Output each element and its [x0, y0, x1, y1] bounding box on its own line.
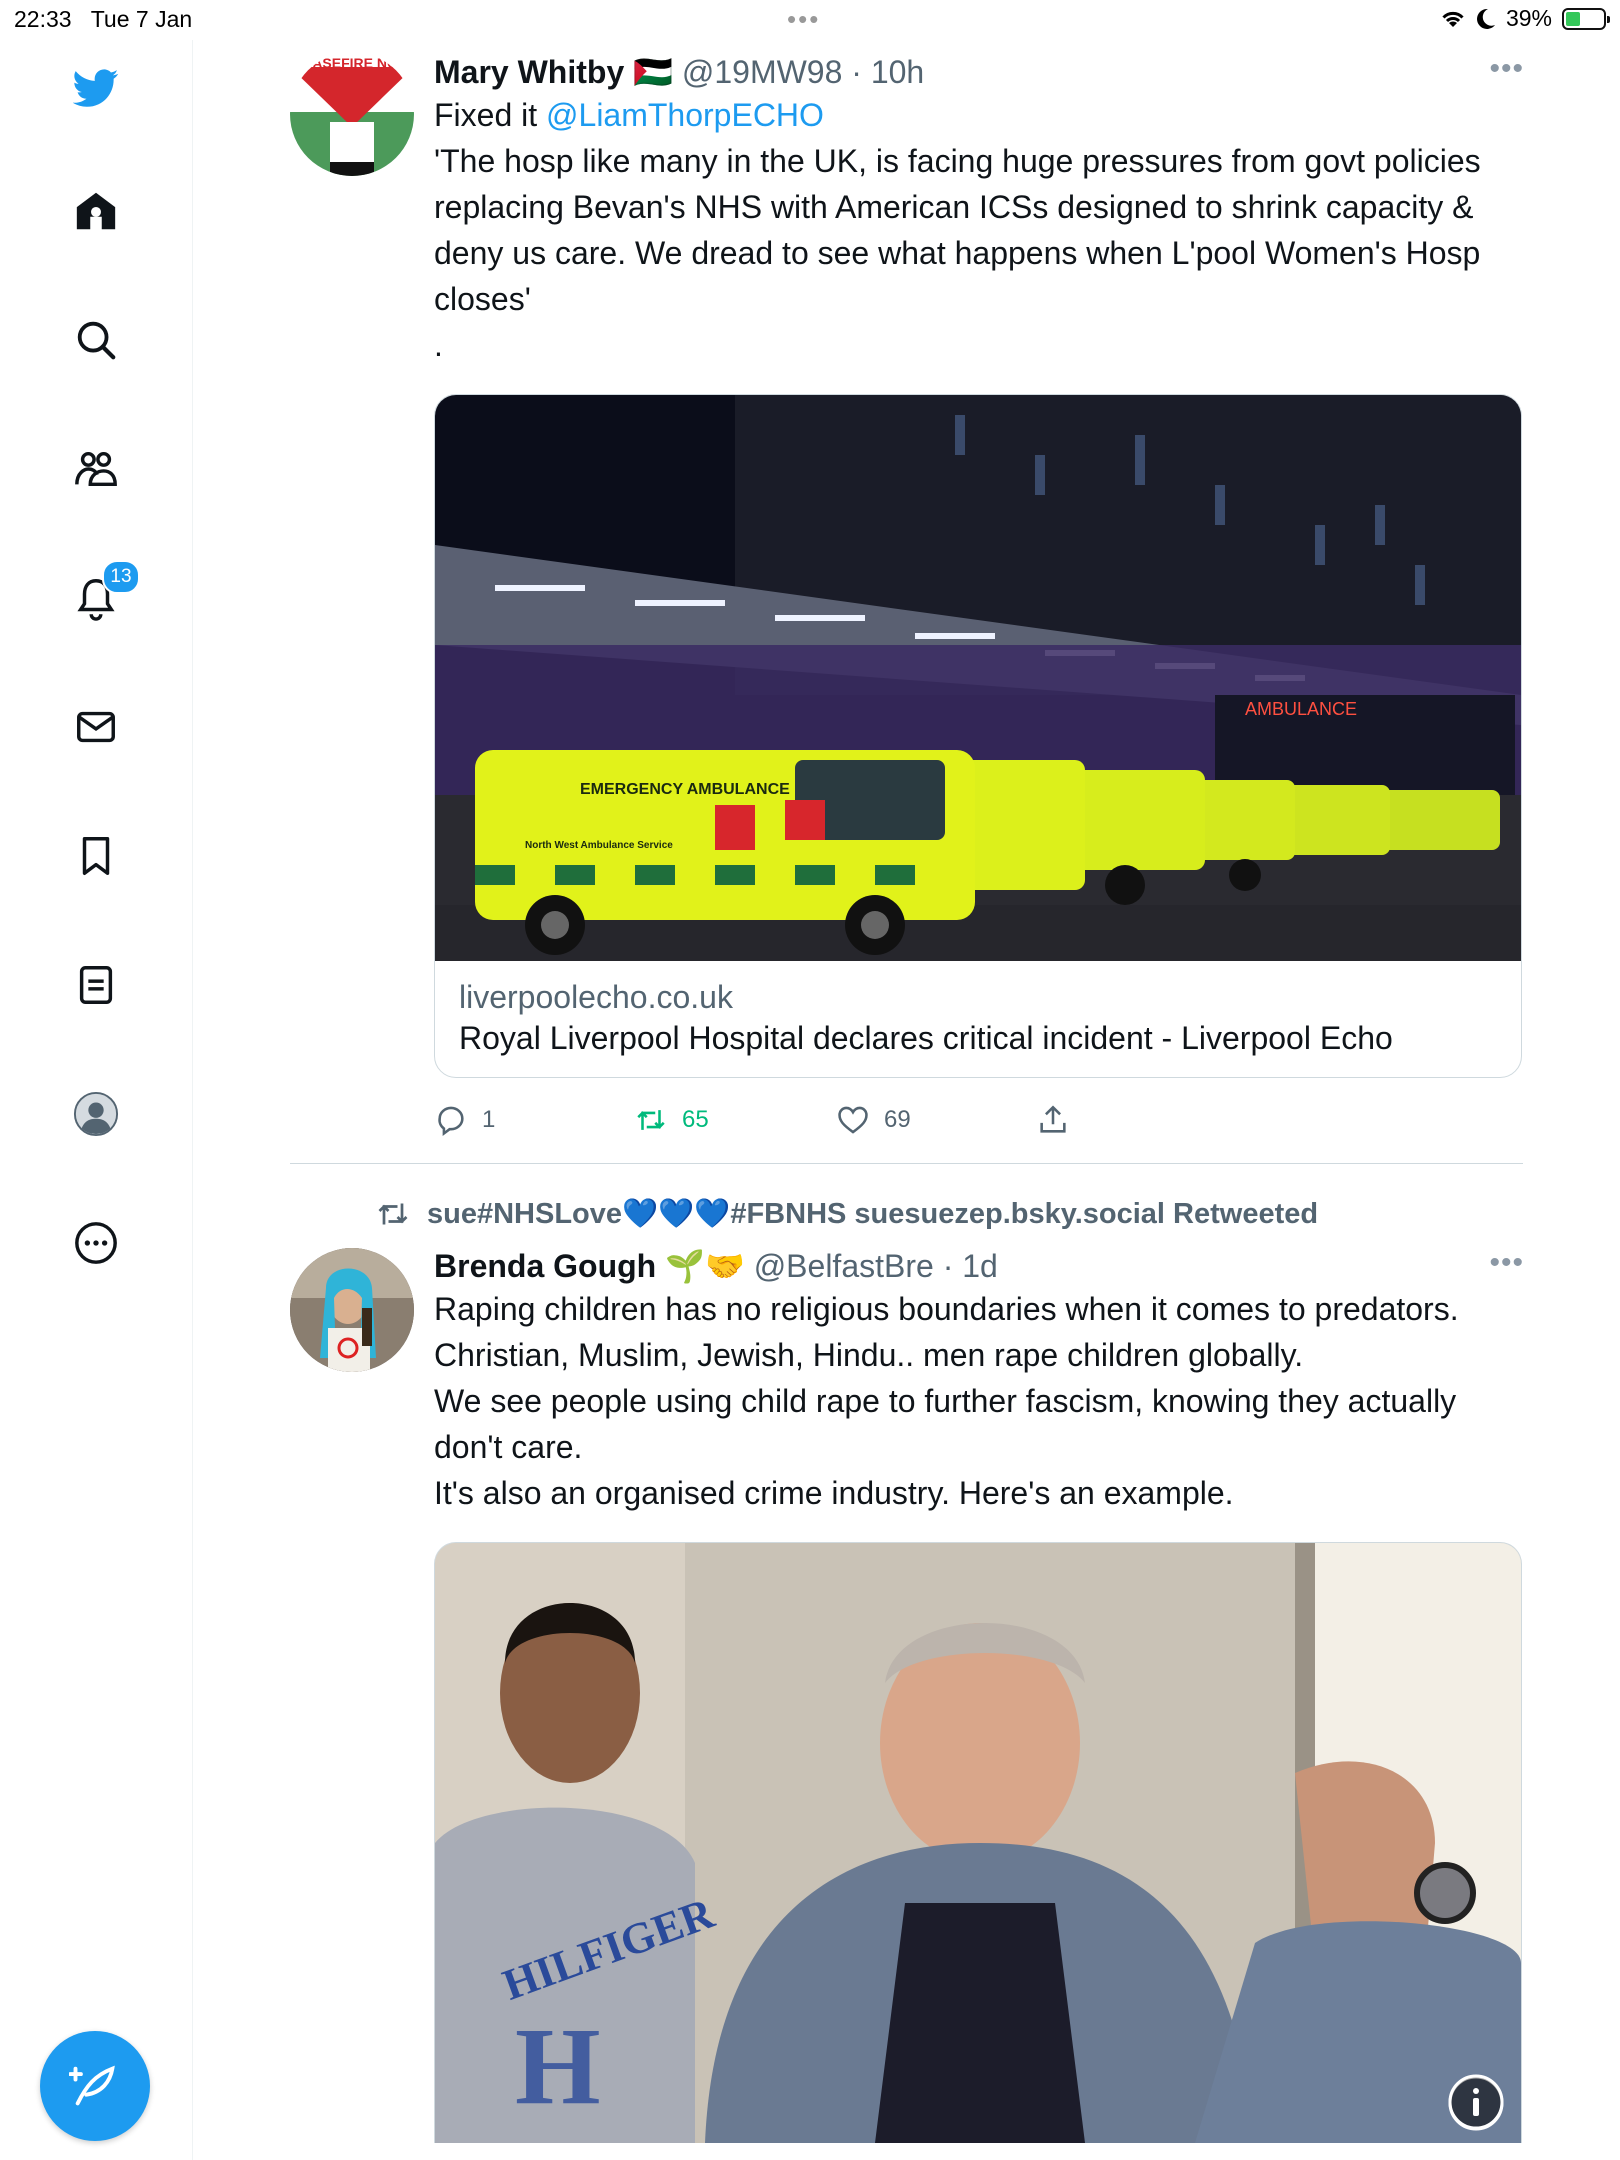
sidebar-nav: 13: [0, 40, 193, 2160]
reply-count: 1: [482, 1106, 496, 1133]
tweet-more-icon[interactable]: •••: [1489, 52, 1524, 86]
link-card[interactable]: AMBULANCE EMERGENCY AMBULANCE North West…: [434, 394, 1522, 1078]
wifi-icon: [1442, 11, 1464, 27]
heart-icon: [838, 1106, 868, 1134]
reply-icon: [438, 1106, 464, 1137]
ambulance-service-text: North West Ambulance Service: [525, 840, 673, 851]
avatar[interactable]: [290, 1248, 414, 1372]
bookmark-icon: [82, 837, 110, 875]
multitasking-dots[interactable]: •••: [787, 4, 820, 35]
card-title: Royal Liverpool Hospital declares critic…: [459, 1020, 1393, 1056]
battery-icon: [1562, 7, 1610, 30]
compose-tweet-button[interactable]: [40, 2031, 150, 2141]
flag-emoji: 🇵🇸: [633, 54, 673, 90]
status-time: 22:33 Tue 7 Jan: [14, 6, 193, 32]
tweet-text: Fixed it @LiamThorpECHO 'The hosp like m…: [434, 97, 1481, 363]
notifications-badge: 13: [102, 560, 140, 594]
retweet-count: 65: [682, 1106, 709, 1133]
nav-communities[interactable]: [66, 439, 126, 499]
nav-messages[interactable]: [66, 697, 126, 757]
ambulance-livery-text: EMERGENCY AMBULANCE: [580, 781, 790, 798]
more-circle-icon: [75, 1222, 117, 1264]
retweeted-by-text[interactable]: sue#NHSLove💙💙💙#FBNHS suesuezep.bsky.soci…: [427, 1197, 1318, 1231]
info-icon[interactable]: [1448, 2074, 1504, 2130]
tweet-time[interactable]: · 1d: [943, 1248, 998, 1284]
status-right: 39%: [1440, 5, 1610, 32]
author-emoji: 🌱🤝: [665, 1248, 745, 1284]
author-name[interactable]: Brenda Gough: [434, 1248, 656, 1284]
status-bar: 22:33 Tue 7 Jan ••• 39%: [0, 0, 1620, 40]
retweet-button[interactable]: 65: [634, 1103, 836, 1137]
tweet[interactable]: CEASEFIRE NOW Mary Whitby 🇵🇸 @19MW98 · 1…: [290, 52, 1525, 1152]
twitter-logo-icon[interactable]: [66, 58, 126, 118]
envelope-icon: [77, 711, 115, 743]
avatar-text: CEASEFIRE NOW: [293, 55, 412, 71]
nav-notifications[interactable]: 13: [66, 560, 140, 628]
nav-search[interactable]: [66, 310, 126, 370]
card-domain: liverpoolecho.co.uk: [459, 979, 733, 1015]
like-count: 69: [884, 1106, 911, 1133]
tweet-header: Mary Whitby 🇵🇸 @19MW98 · 10h: [434, 52, 1524, 92]
nav-bookmarks[interactable]: [66, 826, 126, 886]
tweet-text: Raping children has no religious boundar…: [434, 1291, 1459, 1511]
home-icon: [76, 192, 116, 230]
share-icon: [1040, 1105, 1066, 1133]
svg-text:H: H: [515, 2005, 601, 2127]
author-handle[interactable]: @19MW98: [682, 54, 843, 90]
tweet-time[interactable]: · 10h: [851, 54, 924, 90]
retweet-icon: [378, 1203, 408, 1225]
share-button[interactable]: [1036, 1103, 1070, 1137]
author-handle[interactable]: @BelfastBre: [754, 1248, 934, 1284]
reply-button[interactable]: 1: [434, 1103, 634, 1137]
nav-home[interactable]: [66, 181, 126, 241]
tweet-more-icon[interactable]: •••: [1489, 1246, 1524, 1280]
search-icon: [77, 321, 116, 360]
media-image: HILFIGER H: [435, 1543, 1521, 2143]
tweet-actions: 1 65 69: [434, 1100, 1524, 1140]
compose-feather-icon: [69, 2065, 115, 2106]
nav-more[interactable]: [66, 1213, 126, 1273]
moon-icon: [1476, 8, 1495, 29]
battery-percent: 39%: [1505, 5, 1552, 31]
avatar[interactable]: CEASEFIRE NOW: [290, 52, 414, 176]
tweet-header: Brenda Gough 🌱🤝 @BelfastBre · 1d: [434, 1246, 1524, 1286]
card-image: AMBULANCE EMERGENCY AMBULANCE North West…: [435, 395, 1521, 961]
tweet-divider: [290, 1163, 1523, 1164]
tweet[interactable]: Brenda Gough 🌱🤝 @BelfastBre · 1d ••• Rap…: [290, 1246, 1525, 2160]
communities-icon: [75, 451, 117, 487]
nav-profile[interactable]: [66, 1084, 126, 1144]
mention-link[interactable]: @LiamThorpECHO: [546, 97, 824, 133]
like-button[interactable]: 69: [836, 1103, 1036, 1137]
ambulance-sign: AMBULANCE: [1245, 699, 1357, 719]
profile-avatar-icon: [73, 1091, 119, 1137]
retweet-icon: [637, 1110, 665, 1130]
tweet-media[interactable]: HILFIGER H: [434, 1542, 1522, 2143]
retweeted-by-line[interactable]: sue#NHSLove💙💙💙#FBNHS suesuezep.bsky.soci…: [375, 1196, 1318, 1232]
lists-icon: [79, 966, 113, 1004]
nav-lists[interactable]: [66, 955, 126, 1015]
author-name[interactable]: Mary Whitby: [434, 54, 624, 90]
